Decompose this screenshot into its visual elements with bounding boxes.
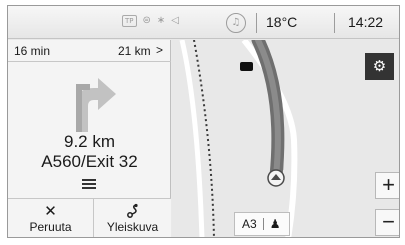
gear-icon[interactable]: ⚙	[365, 53, 394, 80]
maneuver-road: A560/Exit 32	[41, 152, 138, 171]
trip-info-bar[interactable]: 16 min 21 km >	[8, 40, 171, 62]
guidance-buttons: ✕ Peruuta Yleiskuva	[8, 198, 171, 237]
infotainment-screen: TP ⊜ ∗ ◁ ♫ 18°C 14:22 16 min 21 km > 9.2…	[7, 5, 400, 238]
guidance-panel: 16 min 21 km > 9.2 km A560/Exit 32 ✕ Per…	[8, 40, 171, 237]
music-icon[interactable]: ♫	[226, 13, 246, 33]
route-overview-icon	[126, 203, 138, 218]
maneuver-distance: 9.2 km	[63, 132, 116, 151]
temperature: 18°C	[266, 14, 298, 30]
status-divider	[256, 13, 257, 33]
cancel-button[interactable]: ✕ Peruuta	[8, 199, 94, 237]
remaining-time: 16 min	[14, 44, 51, 58]
road-name: A3	[242, 217, 257, 231]
zoom-in-button[interactable]: +	[375, 172, 399, 199]
close-icon: ✕	[44, 202, 57, 220]
turn-right-arrow-icon	[76, 78, 116, 132]
remaining-distance: 21 km	[118, 44, 151, 58]
cancel-label: Peruuta	[29, 220, 72, 234]
list-icon[interactable]	[82, 179, 96, 191]
phone-ring-icon: ⊜	[142, 15, 151, 26]
overview-label: Yleiskuva	[106, 220, 159, 234]
zoom-out-button[interactable]: −	[375, 209, 399, 236]
bluetooth-icon: ∗	[156, 15, 166, 26]
clock: 14:22	[348, 14, 384, 30]
status-bar: TP ⊜ ∗ ◁ ♫ 18°C 14:22	[8, 6, 399, 39]
overview-button[interactable]: Yleiskuva	[94, 199, 171, 237]
tp-icon: TP	[122, 15, 137, 27]
traffic-incident-icon	[240, 62, 253, 71]
status-icons: TP ⊜ ∗ ◁	[122, 15, 179, 27]
road-label: A3 ♟	[234, 212, 290, 236]
pedestrian-icon: ♟	[269, 217, 281, 231]
chevron-right-icon: >	[156, 43, 164, 57]
volume-icon: ◁	[171, 15, 179, 26]
status-divider	[334, 13, 335, 33]
road-label-divider	[262, 218, 264, 230]
